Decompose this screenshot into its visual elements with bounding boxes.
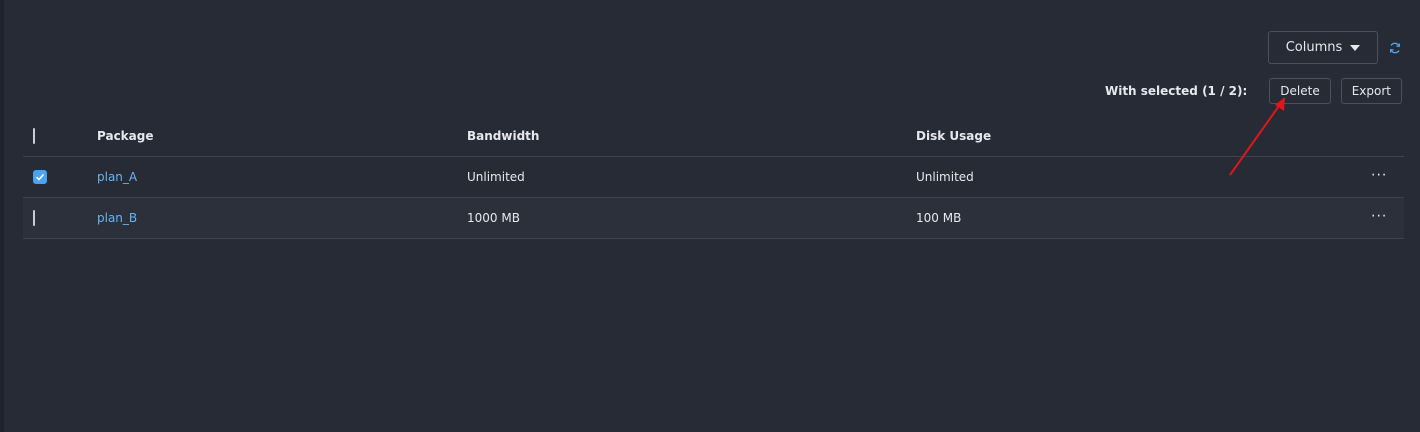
left-edge xyxy=(0,0,4,432)
table-header: Package Bandwidth Disk Usage xyxy=(23,115,1404,157)
bulk-actions: With selected (1 / 2): Delete Export xyxy=(1105,78,1402,104)
bandwidth-value: 1000 MB xyxy=(467,211,520,225)
packages-table: Package Bandwidth Disk Usage plan_A Unli… xyxy=(23,115,1404,239)
selection-count-label: With selected (1 / 2): xyxy=(1104,84,1248,98)
refresh-icon[interactable] xyxy=(1388,41,1402,55)
more-options-icon[interactable]: ··· xyxy=(1371,208,1387,224)
row-checkbox[interactable] xyxy=(33,210,35,226)
export-button[interactable]: Export xyxy=(1340,78,1402,104)
check-icon xyxy=(33,170,47,184)
package-link[interactable]: plan_A xyxy=(97,170,137,184)
table-row: plan_A Unlimited Unlimited ··· xyxy=(23,157,1404,198)
disk-usage-value: Unlimited xyxy=(916,170,974,184)
column-header-bandwidth[interactable]: Bandwidth xyxy=(467,129,539,143)
columns-label: Columns xyxy=(1285,40,1343,55)
package-link[interactable]: plan_B xyxy=(97,211,137,225)
delete-button[interactable]: Delete xyxy=(1269,78,1331,104)
more-options-icon[interactable]: ··· xyxy=(1371,167,1387,183)
columns-button[interactable]: Columns xyxy=(1268,31,1378,64)
table-row: plan_B 1000 MB 100 MB ··· xyxy=(23,198,1404,239)
select-all-checkbox[interactable] xyxy=(33,127,35,144)
column-header-package[interactable]: Package xyxy=(97,129,154,143)
column-header-disk-usage[interactable]: Disk Usage xyxy=(916,129,991,143)
caret-down-icon xyxy=(1350,44,1361,51)
table-toolbar: Columns xyxy=(1268,31,1402,64)
disk-usage-value: 100 MB xyxy=(916,211,962,225)
row-checkbox[interactable] xyxy=(33,170,47,184)
bandwidth-value: Unlimited xyxy=(467,170,525,184)
